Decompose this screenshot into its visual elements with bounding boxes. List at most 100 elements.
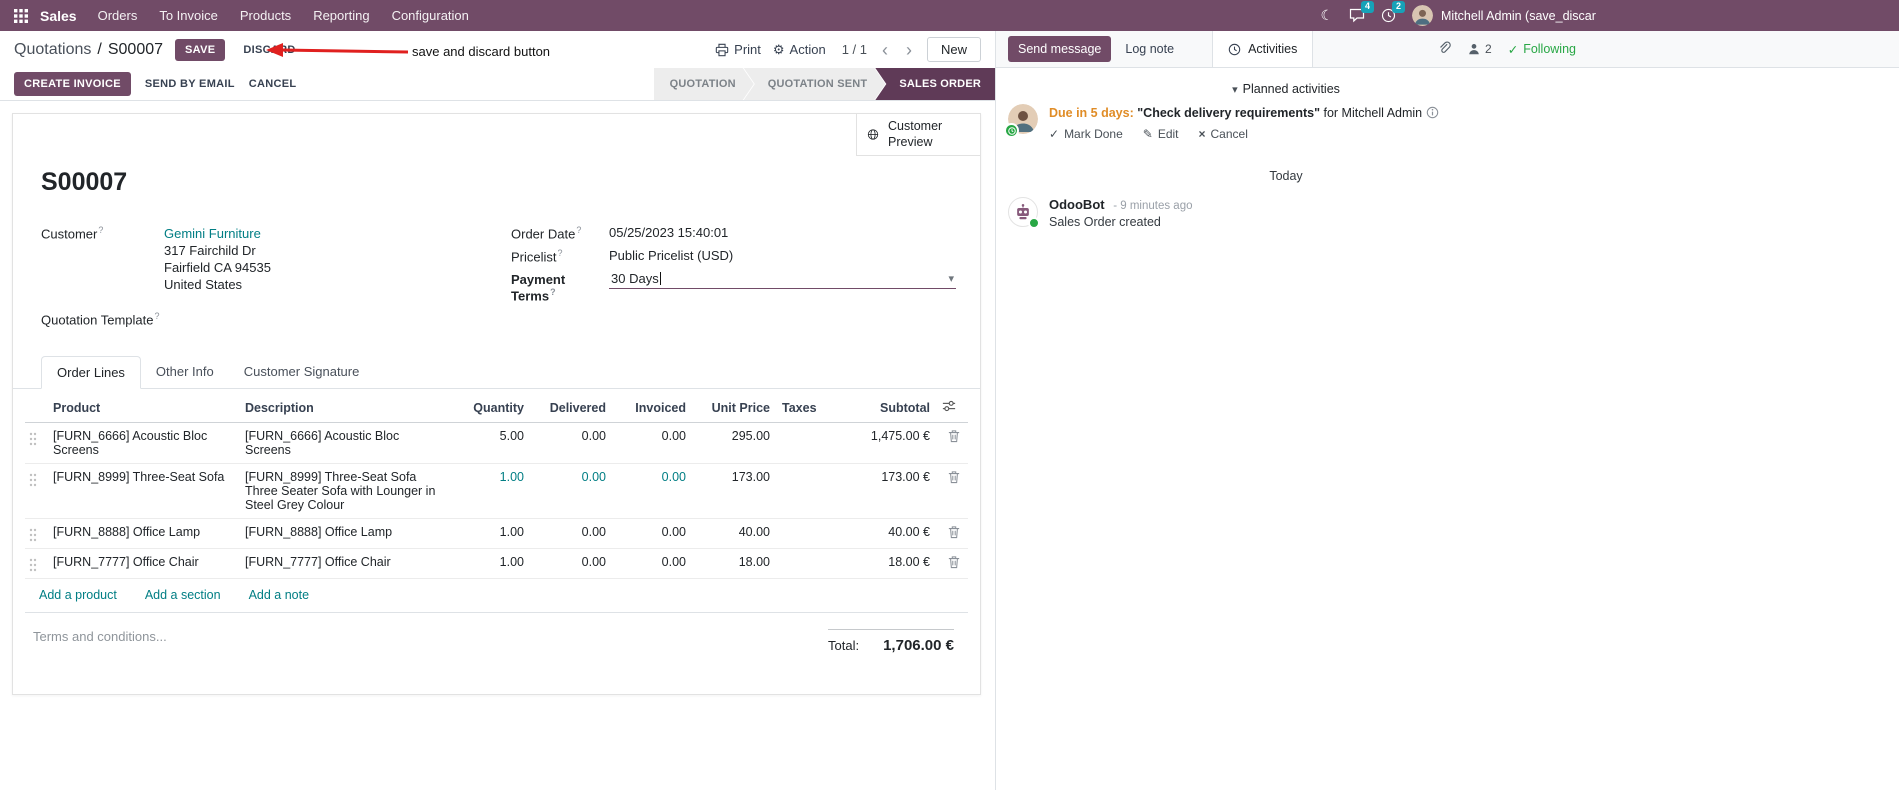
- breadcrumb-quotations[interactable]: Quotations: [14, 41, 91, 59]
- cell-delivered[interactable]: 0.00: [530, 422, 612, 465]
- col-product[interactable]: Product: [47, 391, 239, 424]
- nav-menu-orders[interactable]: Orders: [87, 0, 149, 31]
- payment-terms-input[interactable]: 30 Days: [609, 270, 956, 289]
- tab-other-info[interactable]: Other Info: [141, 356, 229, 388]
- cancel-order-button[interactable]: CANCEL: [249, 78, 297, 90]
- user-menu[interactable]: Mitchell Admin (save_discar: [1412, 5, 1899, 26]
- cell-product[interactable]: [FURN_6666] Acoustic Bloc Screens: [47, 422, 239, 465]
- drag-handle-icon[interactable]: [25, 518, 47, 550]
- cell-unit-price[interactable]: 18.00: [692, 548, 776, 580]
- col-taxes[interactable]: Taxes: [776, 391, 832, 424]
- save-button[interactable]: SAVE: [175, 38, 226, 61]
- customer-link[interactable]: Gemini Furniture: [164, 225, 271, 242]
- add-note-link[interactable]: Add a note: [249, 588, 309, 602]
- cell-product[interactable]: [FURN_8888] Office Lamp: [47, 518, 239, 550]
- col-quantity[interactable]: Quantity: [446, 391, 530, 424]
- cell-description[interactable]: [FURN_8888] Office Lamp: [239, 518, 446, 550]
- activities-clock-icon[interactable]: 2: [1381, 1, 1405, 23]
- cell-invoiced[interactable]: 0.00: [612, 548, 692, 580]
- create-invoice-button[interactable]: CREATE INVOICE: [14, 72, 131, 96]
- col-delivered[interactable]: Delivered: [530, 391, 612, 424]
- cell-description[interactable]: [FURN_6666] Acoustic Bloc Screens: [239, 422, 446, 465]
- print-button[interactable]: Print: [715, 42, 761, 57]
- cell-unit-price[interactable]: 295.00: [692, 422, 776, 465]
- app-name[interactable]: Sales: [40, 8, 77, 24]
- cell-product[interactable]: [FURN_8999] Three-Seat Sofa: [47, 463, 239, 520]
- tab-order-lines[interactable]: Order Lines: [41, 356, 141, 390]
- dark-mode-moon-icon[interactable]: [1320, 7, 1333, 24]
- add-product-link[interactable]: Add a product: [39, 588, 117, 602]
- cell-unit-price[interactable]: 173.00: [692, 463, 776, 520]
- col-unit-price[interactable]: Unit Price: [692, 391, 776, 424]
- edit-activity-button[interactable]: Edit: [1143, 127, 1179, 141]
- annotation-arrow: [266, 43, 409, 57]
- pricelist-value[interactable]: Public Pricelist (USD): [609, 246, 733, 263]
- cell-quantity[interactable]: 1.00: [446, 548, 530, 580]
- cell-invoiced[interactable]: 0.00: [612, 463, 692, 520]
- cell-quantity[interactable]: 5.00: [446, 422, 530, 465]
- cell-unit-price[interactable]: 40.00: [692, 518, 776, 550]
- drag-handle-icon[interactable]: [25, 548, 47, 580]
- chevron-down-icon[interactable]: [948, 272, 954, 285]
- cell-delivered[interactable]: 0.00: [530, 463, 612, 520]
- order-date-value[interactable]: 05/25/2023 15:40:01: [609, 223, 728, 240]
- delete-row-button[interactable]: [936, 422, 968, 465]
- drag-handle-icon[interactable]: [25, 463, 47, 520]
- add-section-link[interactable]: Add a section: [145, 588, 221, 602]
- cell-delivered[interactable]: 0.00: [530, 548, 612, 580]
- mark-done-button[interactable]: Mark Done: [1049, 127, 1123, 141]
- cell-invoiced[interactable]: 0.00: [612, 422, 692, 465]
- nav-menu-to-invoice[interactable]: To Invoice: [148, 0, 229, 31]
- log-note-button[interactable]: Log note: [1115, 36, 1184, 62]
- state-sales-order[interactable]: SALES ORDER: [875, 68, 995, 100]
- followers-button[interactable]: 2: [1467, 42, 1492, 56]
- cell-quantity[interactable]: 1.00: [446, 518, 530, 550]
- state-quotation-sent[interactable]: QUOTATION SENT: [744, 68, 886, 100]
- cell-taxes[interactable]: [776, 548, 832, 580]
- table-row[interactable]: [FURN_6666] Acoustic Bloc Screens [FURN_…: [25, 422, 968, 465]
- cell-description[interactable]: [FURN_7777] Office Chair: [239, 548, 446, 580]
- table-row[interactable]: [FURN_8888] Office Lamp [FURN_8888] Offi…: [25, 518, 968, 550]
- cell-quantity[interactable]: 1.00: [446, 463, 530, 520]
- new-button[interactable]: New: [926, 37, 981, 62]
- send-message-button[interactable]: Send message: [1008, 36, 1112, 62]
- nav-menu-reporting[interactable]: Reporting: [302, 0, 380, 31]
- terms-placeholder[interactable]: Terms and conditions...: [33, 629, 167, 654]
- col-invoiced[interactable]: Invoiced: [612, 391, 692, 424]
- info-icon[interactable]: [1426, 106, 1439, 119]
- pager-previous-icon[interactable]: ‹: [879, 41, 891, 59]
- cell-taxes[interactable]: [776, 463, 832, 520]
- tab-activities[interactable]: Activities: [1212, 31, 1314, 67]
- table-row[interactable]: [FURN_8999] Three-Seat Sofa [FURN_8999] …: [25, 463, 968, 520]
- messages-icon[interactable]: 4: [1349, 1, 1374, 23]
- cell-description[interactable]: [FURN_8999] Three-Seat Sofa Three Seater …: [239, 463, 446, 520]
- optional-columns-icon[interactable]: [936, 391, 968, 424]
- col-subtotal[interactable]: Subtotal: [832, 391, 936, 424]
- delete-row-button[interactable]: [936, 463, 968, 520]
- cell-product[interactable]: [FURN_7777] Office Chair: [47, 548, 239, 580]
- tab-customer-signature[interactable]: Customer Signature: [229, 356, 375, 388]
- apps-grid-icon[interactable]: [10, 8, 32, 23]
- cell-invoiced[interactable]: 0.00: [612, 518, 692, 550]
- delete-row-button[interactable]: [936, 548, 968, 580]
- customer-preview-button[interactable]: Customer Preview: [856, 114, 980, 157]
- col-description[interactable]: Description: [239, 391, 446, 424]
- send-by-email-button[interactable]: SEND BY EMAIL: [145, 78, 235, 90]
- delete-row-button[interactable]: [936, 518, 968, 550]
- cancel-activity-button[interactable]: Cancel: [1199, 127, 1248, 141]
- drag-handle-icon[interactable]: [25, 422, 47, 465]
- attachment-paperclip-icon[interactable]: [1437, 40, 1451, 58]
- cell-taxes[interactable]: [776, 422, 832, 465]
- planned-activities-header[interactable]: Planned activities: [1008, 76, 1564, 104]
- cell-delivered[interactable]: 0.00: [530, 518, 612, 550]
- nav-menu-products[interactable]: Products: [229, 0, 302, 31]
- following-toggle[interactable]: Following: [1508, 42, 1576, 57]
- pager-next-icon[interactable]: ›: [903, 41, 915, 59]
- table-row[interactable]: [FURN_7777] Office Chair [FURN_7777] Off…: [25, 548, 968, 580]
- state-quotation[interactable]: QUOTATION: [654, 68, 754, 100]
- message-author[interactable]: OdooBot: [1049, 197, 1105, 212]
- cell-taxes[interactable]: [776, 518, 832, 550]
- action-button[interactable]: Action: [773, 42, 826, 58]
- nav-menu-configuration[interactable]: Configuration: [381, 0, 480, 31]
- control-panel-right: Print Action 1 / 1 ‹ › New: [715, 37, 981, 62]
